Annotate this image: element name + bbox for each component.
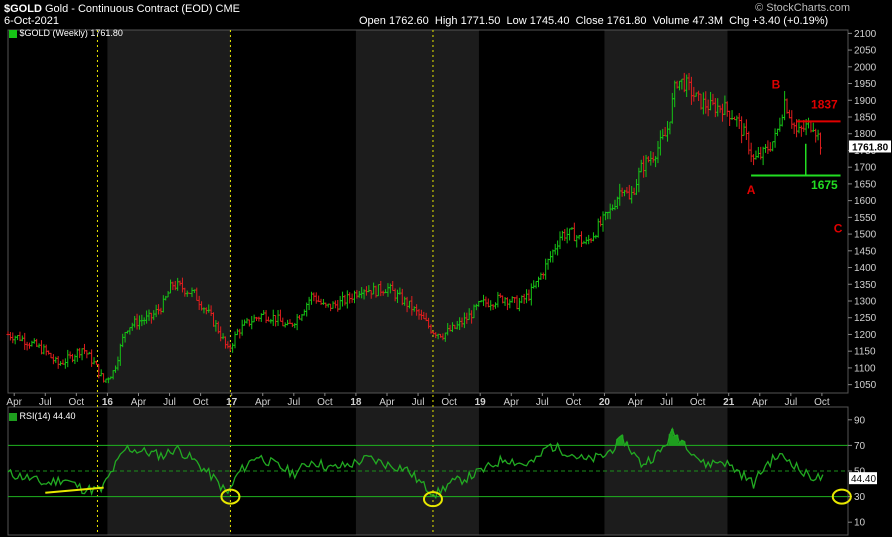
- rsi-y-tick-label: 90: [854, 415, 866, 426]
- close-value: 1761.80: [606, 15, 647, 27]
- high-value: 1771.50: [460, 15, 501, 27]
- annotation-label: C: [834, 221, 843, 235]
- price-y-tick-label: 1850: [854, 112, 877, 123]
- rsi-legend-swatch: [9, 412, 17, 421]
- price-y-tick-label: 2000: [854, 62, 877, 73]
- price-y-tick-label: 1950: [854, 79, 877, 90]
- x-tick-label: Apr: [6, 397, 22, 408]
- x-tick-label: 16: [102, 397, 114, 408]
- price-y-tick-label: 1700: [854, 163, 877, 174]
- price-y-tick-label: 1900: [854, 96, 877, 107]
- x-tick-label: 18: [350, 397, 362, 408]
- x-tick-label: Oct: [566, 397, 582, 408]
- year-shade-price: [604, 30, 728, 393]
- x-tick-label: Apr: [628, 397, 644, 408]
- annotation-label: 1837: [811, 98, 838, 112]
- price-y-tick-label: 2050: [854, 46, 877, 57]
- x-tick-label: Jul: [660, 397, 673, 408]
- x-tick-label: 21: [723, 397, 735, 408]
- rsi-y-tick-label: 10: [854, 518, 866, 529]
- volume-value: 47.3M: [692, 15, 724, 27]
- price-y-tick-label: 1600: [854, 196, 877, 207]
- annotation-label: A: [747, 183, 756, 197]
- annotation-label: B: [772, 78, 781, 92]
- x-tick-label: Apr: [379, 397, 395, 408]
- x-tick-label: Jul: [39, 397, 52, 408]
- year-shade-price: [107, 30, 231, 393]
- price-y-tick-label: 2100: [854, 29, 877, 40]
- instrument-name: Gold - Continuous Contract (EOD): [44, 3, 213, 15]
- x-tick-label: Oct: [814, 397, 830, 408]
- ohlc-readout: Open 1762.60 High 1771.50 Low 1745.40 Cl…: [359, 15, 829, 27]
- price-y-tick-label: 1650: [854, 179, 877, 190]
- price-y-tick-label: 1450: [854, 246, 877, 257]
- price-y-tick-label: 1500: [854, 230, 877, 241]
- rsi-y-tick-label: 70: [854, 441, 866, 452]
- price-y-tick-label: 1250: [854, 313, 877, 324]
- price-legend: $GOLD (Weekly) 1761.80: [9, 27, 123, 40]
- current-price-value: 1761.80: [852, 142, 889, 153]
- price-y-tick-label: 1800: [854, 129, 877, 140]
- price-y-tick-label: 1200: [854, 330, 877, 341]
- annotation-label: 1675: [811, 178, 838, 192]
- x-tick-label: Oct: [193, 397, 209, 408]
- x-tick-label: Oct: [69, 397, 85, 408]
- rsi-current-value: 44.40: [851, 474, 876, 485]
- rsi-trendline: [45, 486, 104, 494]
- open-value: 1762.60: [388, 15, 429, 27]
- x-tick-label: Apr: [752, 397, 768, 408]
- x-tick-label: Jul: [287, 397, 300, 408]
- x-tick-label: Oct: [690, 397, 706, 408]
- x-tick-label: 17: [226, 397, 238, 408]
- x-tick-label: Jul: [412, 397, 425, 408]
- x-tick-label: Jul: [536, 397, 549, 408]
- price-y-tick-label: 1300: [854, 296, 877, 307]
- change-value: +3.40 (+0.19%): [752, 15, 829, 27]
- year-shade-price: [355, 30, 479, 393]
- rsi-legend: RSI(14) 44.40: [9, 410, 76, 423]
- x-tick-label: Oct: [317, 397, 333, 408]
- low-value: 1745.40: [529, 15, 570, 27]
- price-legend-swatch: [9, 29, 17, 38]
- price-y-tick-label: 1100: [854, 363, 876, 374]
- x-tick-label: Apr: [131, 397, 147, 408]
- x-tick-label: Jul: [163, 397, 176, 408]
- x-tick-label: Apr: [255, 397, 271, 408]
- price-y-tick-label: 1150: [854, 347, 876, 358]
- watermark: © StockCharts.com: [755, 2, 850, 14]
- price-y-tick-label: 1050: [854, 380, 877, 391]
- x-tick-label: Oct: [441, 397, 457, 408]
- price-y-tick-label: 1350: [854, 280, 877, 291]
- x-tick-label: Apr: [503, 397, 519, 408]
- x-tick-label: 19: [475, 397, 487, 408]
- rsi-y-tick-label: 30: [854, 492, 866, 503]
- symbol: $GOLD: [4, 3, 42, 15]
- x-tick-label: Jul: [784, 397, 797, 408]
- x-tick-label: 20: [599, 397, 611, 408]
- chart-canvas: 1050 1100 1150 1200 1250 1300 1350 1400 1450 1500…: [6, 29, 891, 536]
- price-y-tick-label: 1400: [854, 263, 877, 274]
- price-y-tick-label: 1550: [854, 213, 877, 224]
- exchange: CME: [215, 3, 240, 15]
